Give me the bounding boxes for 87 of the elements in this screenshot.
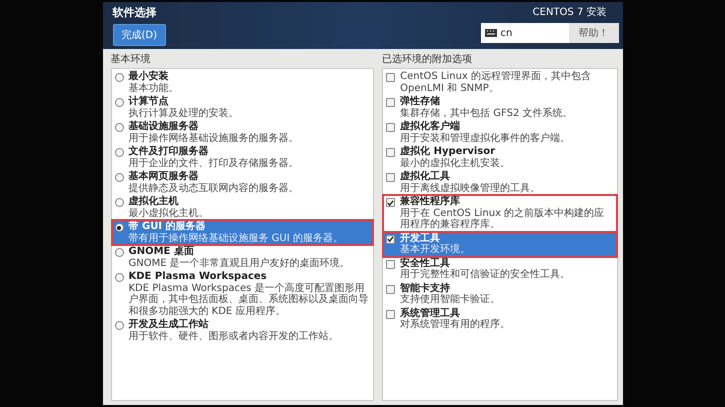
- help-button[interactable]: 帮助！: [568, 23, 618, 43]
- product-title: CENTOS 7 安装: [532, 6, 606, 19]
- keyboard-icon: [484, 29, 496, 37]
- option-description: 用于操作网络基础设施服务的服务器。: [128, 132, 300, 144]
- option-name: GNOME 桌面: [128, 246, 195, 258]
- environment-option[interactable]: 最小安装 基本功能。: [112, 70, 374, 95]
- option-name: 基本网页服务器: [128, 171, 200, 182]
- option-description: KDE Plasma Workspaces 是一个高度可配置图形用户界面，其中包括面板、桌面、系统图标以及桌面向导和很多功能强大的 KDE 应用程序。: [128, 282, 370, 317]
- radio-button[interactable]: [114, 98, 124, 107]
- addon-option[interactable]: 弹性存储 集群存储，其中包括 GFS2 文件系统。: [383, 95, 616, 120]
- option-name: 兼容性程序库: [400, 196, 462, 208]
- option-name: 基础设施服务器: [128, 121, 200, 132]
- option-description: 最小的虚拟化主机安装。: [400, 158, 512, 169]
- option-name: KDE Plasma Workspaces: [128, 271, 268, 282]
- radio-button[interactable]: [114, 223, 124, 232]
- option-name: 开发及生成工作站: [128, 319, 210, 330]
- radio-button[interactable]: [114, 123, 124, 132]
- checkbox[interactable]: [386, 73, 396, 82]
- checkbox[interactable]: [386, 148, 396, 157]
- addon-option[interactable]: 虚拟化客户端 用于安装和管理虚拟化事件的客户端。: [383, 120, 616, 145]
- option-name: 虚拟化客户端: [400, 121, 462, 132]
- radio-button[interactable]: [114, 273, 124, 282]
- checkbox[interactable]: [386, 198, 396, 207]
- option-name: 文件及打印服务器: [128, 146, 210, 158]
- option-description: 基本开发环境。: [400, 244, 472, 256]
- option-description: 用于企业的文件、打印及存储服务器。: [128, 158, 300, 169]
- option-description: 用于离线虚拟映像管理的工具。: [400, 182, 542, 194]
- option-description: 最小虚拟化主机。: [128, 208, 210, 219]
- option-name: 系统管理工具: [400, 308, 460, 318]
- option-description: 对系统管理有用的程序。: [400, 319, 512, 330]
- environment-option[interactable]: KDE Plasma Workspaces KDE Plasma Workspaces 是一个高度可配置图形用户界面，其中包括面板、桌面、系统图标以及桌面向导和很多功能强大的 KDE 应用程序。: [112, 270, 374, 318]
- addon-option[interactable]: 安全性工具 用于完整性和可信验证的安全性工具。: [383, 256, 616, 282]
- environment-option[interactable]: 带 GUI 的服务器 带有用于操作网络基础设施服务 GUI 的服务器。: [112, 220, 374, 245]
- option-description: 用于在 CentOS Linux 的之前版本中构建的应用程序的兼容程序库。: [400, 208, 606, 230]
- radio-button[interactable]: [114, 173, 124, 182]
- checkbox[interactable]: [386, 234, 396, 244]
- option-name: 带 GUI 的服务器: [128, 221, 207, 232]
- checkbox[interactable]: [386, 284, 396, 294]
- addon-option[interactable]: 系统管理工具 对系统管理有用的程序。: [383, 306, 616, 332]
- radio-button[interactable]: [114, 148, 124, 157]
- option-description: 用于软件、硬件、图形或者内容开发的工作站。: [128, 330, 340, 342]
- environment-option[interactable]: 虚拟化主机 最小虚拟化主机。: [112, 195, 374, 220]
- section-heading: 基本环境: [110, 52, 152, 66]
- addon-option[interactable]: CentOS Linux 的远程管理界面，其中包含 OpenLMI 和 SNMP。: [383, 70, 616, 95]
- section-heading: 已选环境的附加选项: [382, 52, 474, 66]
- addon-option[interactable]: 虚拟化 Hypervisor 最小的虚拟化主机安装。: [383, 145, 616, 170]
- option-description: 基本功能。: [128, 82, 180, 94]
- keyboard-layout-field[interactable]: cn: [480, 23, 568, 43]
- option-name: 虚拟化工具: [400, 171, 452, 182]
- addon-option[interactable]: 兼容性程序库 用于在 CentOS Linux 的之前版本中构建的应用程序的兼容程序库。: [383, 195, 616, 232]
- environment-option[interactable]: 开发及生成工作站 用于软件、硬件、图形或者内容开发的工作站。: [112, 318, 374, 343]
- option-name: 开发工具: [400, 232, 442, 244]
- option-description: CentOS Linux 的远程管理界面，其中包含 OpenLMI 和 SNMP。: [400, 71, 592, 94]
- option-name: 弹性存储: [400, 96, 442, 108]
- option-name: 虚拟化主机: [128, 196, 180, 208]
- option-name: 计算节点: [128, 96, 170, 108]
- option-description: 执行计算及处理的安装。: [128, 108, 240, 119]
- option-name: 虚拟化 Hypervisor: [400, 146, 496, 158]
- environment-option[interactable]: 基本网页服务器 提供静态及动态互联网内容的服务器。: [112, 170, 374, 195]
- radio-button[interactable]: [114, 321, 124, 330]
- radio-button[interactable]: [114, 198, 124, 207]
- option-name: 最小安装: [128, 71, 170, 82]
- environment-option[interactable]: GNOME 桌面 GNOME 是一个非常直观且用户友好的桌面环境。: [112, 245, 374, 270]
- environment-option[interactable]: 计算节点 执行计算及处理的安装。: [112, 95, 374, 120]
- checkbox[interactable]: [386, 173, 396, 182]
- option-description: 支持使用智能卡验证。: [400, 294, 502, 306]
- option-description: 提供静态及动态互联网内容的服务器。: [128, 182, 300, 194]
- option-name: 安全性工具: [400, 258, 450, 268]
- option-description: GNOME 是一个非常直观且用户友好的桌面环境。: [128, 258, 351, 269]
- environment-option[interactable]: 基础设施服务器 用于操作网络基础设施服务的服务器。: [112, 120, 374, 145]
- addon-option[interactable]: 开发工具 基本开发环境。: [383, 232, 616, 256]
- checkbox[interactable]: [386, 260, 396, 268]
- done-button[interactable]: 完成(D): [112, 24, 166, 46]
- checkbox[interactable]: [386, 98, 396, 107]
- addon-option[interactable]: 智能卡支持 支持使用智能卡验证。: [383, 282, 616, 306]
- radio-button[interactable]: [114, 248, 124, 257]
- option-description: 带有用于操作网络基础设施服务 GUI 的服务器。: [128, 232, 344, 244]
- option-name: 智能卡支持: [400, 282, 450, 294]
- option-description: 用于安装和管理虚拟化事件的客户端。: [400, 132, 572, 144]
- page-title: 软件选择: [112, 5, 158, 20]
- option-description: 集群存储，其中包括 GFS2 文件系统。: [400, 108, 574, 119]
- environment-option[interactable]: 文件及打印服务器 用于企业的文件、打印及存储服务器。: [112, 145, 374, 170]
- checkbox[interactable]: [386, 123, 396, 132]
- checkbox[interactable]: [386, 310, 396, 318]
- option-description: 用于完整性和可信验证的安全性工具。: [400, 269, 572, 280]
- addon-option[interactable]: 虚拟化工具 用于离线虚拟映像管理的工具。: [383, 170, 616, 195]
- radio-button[interactable]: [114, 73, 124, 82]
